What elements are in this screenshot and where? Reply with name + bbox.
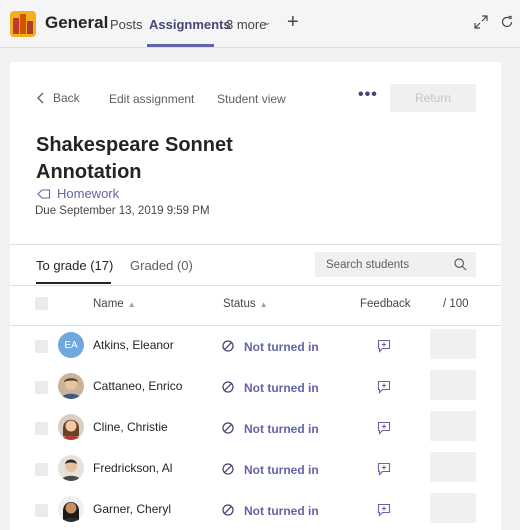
status-text: Not turned in [244,463,319,477]
active-subtab-indicator [36,282,111,284]
student-name[interactable]: Fredrickson, Al [93,461,172,475]
tab-graded[interactable]: Graded (0) [130,258,193,273]
table-row: Cline, Christie Not turned in [10,408,501,449]
status-text: Not turned in [244,381,319,395]
row-checkbox[interactable] [35,381,48,394]
search-placeholder: Search students [326,258,410,271]
add-feedback-icon[interactable] [377,339,391,353]
add-feedback-icon[interactable] [377,421,391,435]
sort-icon: ▲ [259,300,268,309]
avatar: EA [58,332,84,358]
tag-icon [37,188,51,199]
tab-more[interactable]: 3 more [226,17,266,32]
avatar [58,414,84,440]
column-header-name[interactable]: Name ▲ [93,298,136,310]
channel-title: General [45,13,109,32]
edit-assignment-button[interactable]: Edit assignment [109,92,194,106]
column-header-points: / 100 [443,298,469,310]
student-view-button[interactable]: Student view [217,92,286,106]
status-text: Not turned in [244,422,319,436]
points-input[interactable] [430,452,476,482]
tab-posts[interactable]: Posts [110,17,143,32]
top-bar: General Posts Assignments 3 more ⌄ + [0,0,520,48]
tab-assignments[interactable]: Assignments [149,17,231,32]
table-row: Garner, Cheryl Not turned in [10,490,501,530]
status-text: Not turned in [244,504,319,518]
status-text: Not turned in [244,340,319,354]
student-name[interactable]: Cattaneo, Enrico [93,379,182,393]
divider [10,285,501,286]
points-input[interactable] [430,411,476,441]
row-checkbox[interactable] [35,504,48,517]
due-date: Due September 13, 2019 9:59 PM [35,205,210,217]
tab-to-grade[interactable]: To grade (17) [36,258,113,273]
student-name[interactable]: Garner, Cheryl [93,502,171,516]
category-label: Homework [57,186,120,201]
refresh-icon[interactable] [500,15,514,29]
assignment-title: Shakespeare Sonnet Annotation [36,134,233,183]
not-turned-in-icon [222,422,234,434]
chevron-down-icon[interactable]: ⌄ [263,17,271,28]
table-row: Fredrickson, Al Not turned in [10,449,501,490]
points-input[interactable] [430,493,476,523]
category-tag[interactable]: Homework [37,186,119,201]
return-button[interactable]: Return [390,84,476,112]
avatar [58,455,84,481]
student-name[interactable]: Atkins, Eleanor [93,338,174,352]
chevron-left-icon [37,92,44,104]
row-checkbox[interactable] [35,422,48,435]
search-input[interactable]: Search students [315,252,476,277]
points-input[interactable] [430,329,476,359]
not-turned-in-icon [222,463,234,475]
add-feedback-icon[interactable] [377,380,391,394]
add-feedback-icon[interactable] [377,462,391,476]
table-row: EA Atkins, Eleanor Not turned in [10,326,501,367]
not-turned-in-icon [222,504,234,516]
add-feedback-icon[interactable] [377,503,391,517]
sort-icon: ▲ [127,300,136,309]
not-turned-in-icon [222,340,234,352]
expand-icon[interactable] [474,15,488,29]
assignment-card: Back Edit assignment Student view ••• Re… [10,62,501,530]
row-checkbox[interactable] [35,340,48,353]
not-turned-in-icon [222,381,234,393]
row-checkbox[interactable] [35,463,48,476]
add-tab-icon[interactable]: + [287,12,299,32]
select-all-checkbox[interactable] [35,297,48,310]
divider [10,244,501,245]
more-options-icon[interactable]: ••• [358,86,378,104]
back-label: Back [53,91,80,105]
points-input[interactable] [430,370,476,400]
avatar [58,496,84,522]
avatar [58,373,84,399]
search-icon[interactable] [454,258,467,271]
column-header-status[interactable]: Status ▲ [223,298,268,310]
back-button[interactable]: Back [37,91,80,105]
student-name[interactable]: Cline, Christie [93,420,168,434]
column-header-feedback: Feedback [360,298,411,310]
active-tab-indicator [147,44,214,47]
table-row: Cattaneo, Enrico Not turned in [10,367,501,408]
team-logo [10,11,36,37]
